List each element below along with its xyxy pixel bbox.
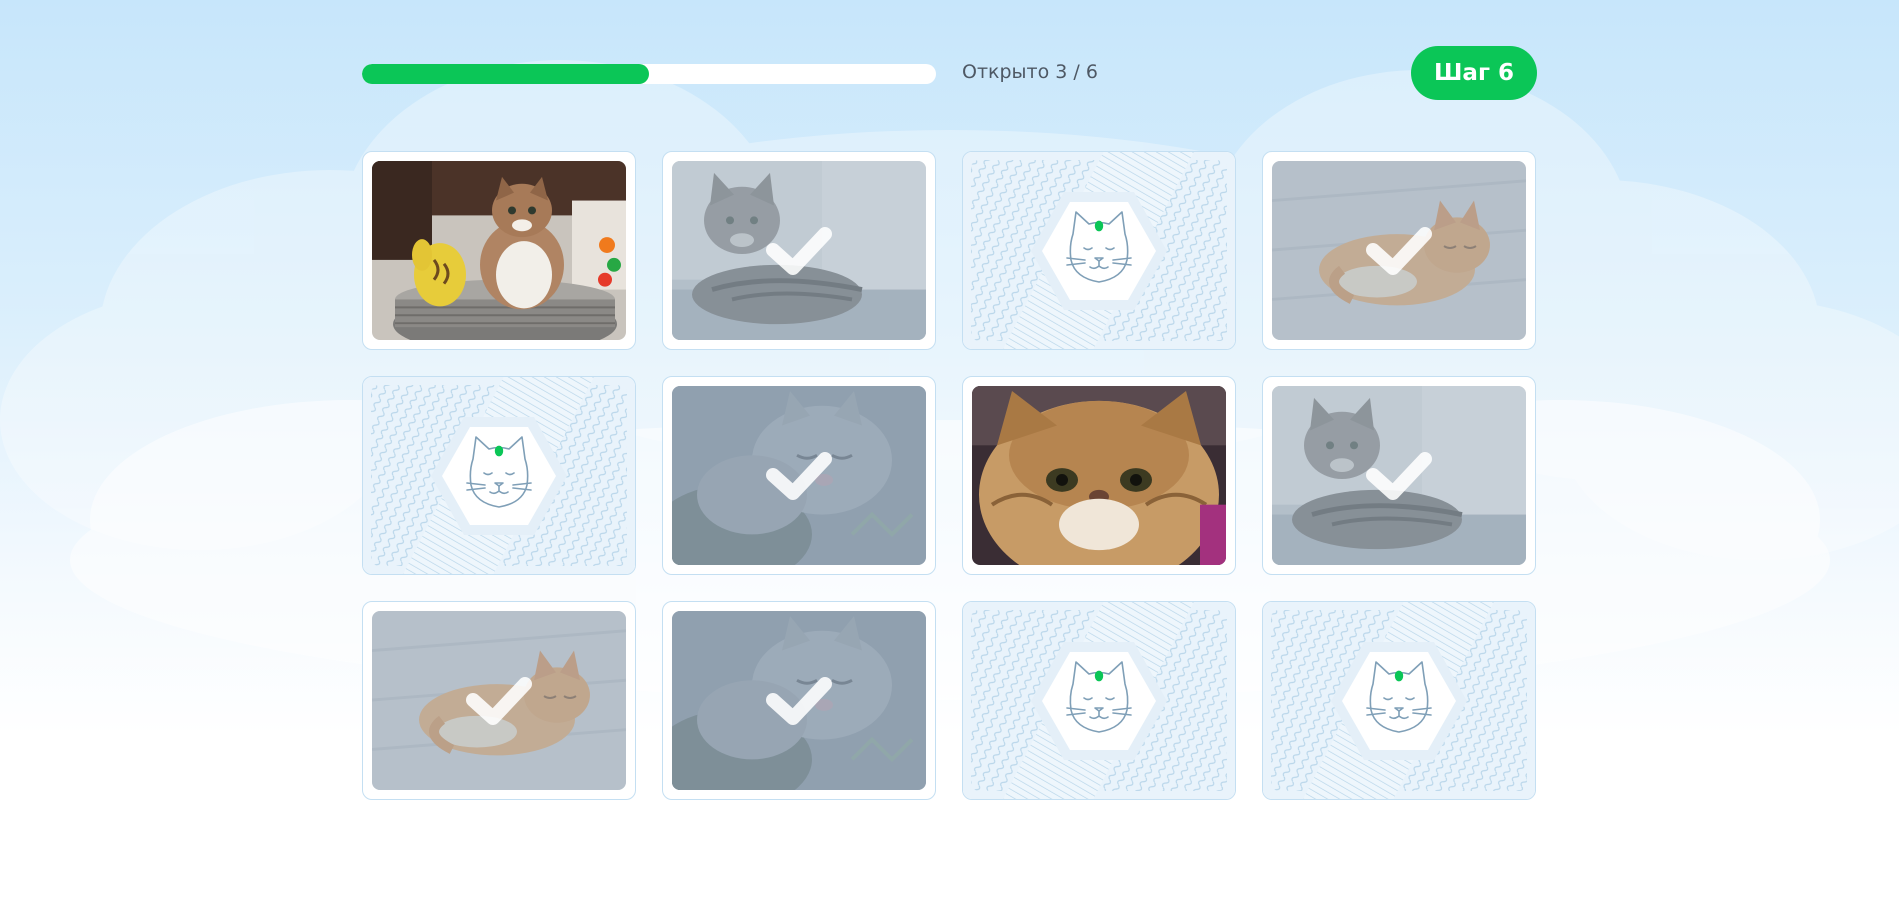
- cat-face-icon: [429, 415, 569, 537]
- progress-bar: [362, 64, 936, 84]
- memory-card[interactable]: [662, 601, 936, 800]
- card-back: [963, 602, 1235, 799]
- cat-photo: [672, 386, 926, 565]
- memory-card[interactable]: [362, 601, 636, 800]
- check-icon: [763, 222, 835, 280]
- memory-card[interactable]: [362, 376, 636, 575]
- game-header: Открыто 3 / 6 Шаг 6: [362, 46, 1537, 100]
- memory-card[interactable]: [662, 376, 936, 575]
- check-icon: [763, 672, 835, 730]
- step-badge: Шаг 6: [1411, 46, 1537, 100]
- memory-card[interactable]: [1262, 376, 1536, 575]
- memory-card[interactable]: [362, 151, 636, 350]
- cat-face-icon: [1029, 190, 1169, 312]
- progress-label: Открыто 3 / 6: [962, 61, 1098, 83]
- cat-photo: [1272, 161, 1526, 340]
- check-icon: [763, 447, 835, 505]
- check-icon: [1363, 447, 1435, 505]
- cat-photo: [672, 611, 926, 790]
- memory-card[interactable]: [962, 376, 1236, 575]
- memory-card[interactable]: [1262, 151, 1536, 350]
- memory-card[interactable]: [662, 151, 936, 350]
- cat-photo: [372, 161, 626, 340]
- memory-board: [362, 151, 1538, 800]
- card-back: [963, 152, 1235, 349]
- cat-photo: [1272, 386, 1526, 565]
- progress-bar-fill: [362, 64, 649, 84]
- card-back: [1263, 602, 1535, 799]
- cat-photo: [672, 161, 926, 340]
- cat-face-icon: [1329, 640, 1469, 762]
- memory-card[interactable]: [962, 151, 1236, 350]
- card-back: [363, 377, 635, 574]
- memory-card[interactable]: [1262, 601, 1536, 800]
- cat-photo: [972, 386, 1226, 565]
- check-icon: [463, 672, 535, 730]
- check-icon: [1363, 222, 1435, 280]
- cat-face-icon: [1029, 640, 1169, 762]
- memory-card[interactable]: [962, 601, 1236, 800]
- cat-photo: [372, 611, 626, 790]
